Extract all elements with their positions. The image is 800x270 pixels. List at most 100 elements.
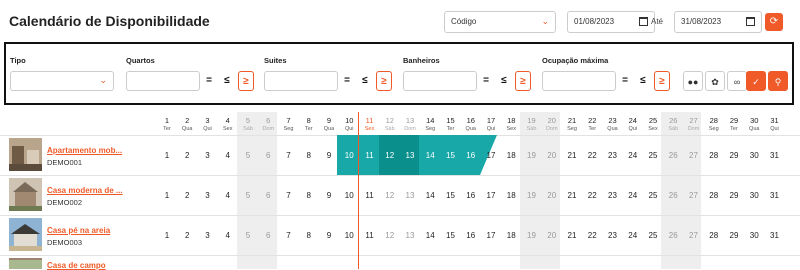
- calendar-day-cell[interactable]: 16: [461, 231, 481, 240]
- calendar-day-cell[interactable]: 12: [380, 231, 400, 240]
- pets-filter-button[interactable]: ✿: [705, 71, 725, 91]
- calendar-day-cell[interactable]: 25: [643, 151, 663, 160]
- calendar-day-cell[interactable]: 2: [177, 151, 197, 160]
- calendar-day-cell[interactable]: 9: [319, 151, 339, 160]
- calendar-day-cell[interactable]: 10: [339, 151, 359, 160]
- calendar-day-cell[interactable]: 10: [339, 191, 359, 200]
- calendar-day-cell[interactable]: 26: [663, 231, 683, 240]
- calendar-day-cell[interactable]: 18: [501, 231, 521, 240]
- guests-filter-button[interactable]: ●●: [683, 71, 703, 91]
- calendar-day-cell[interactable]: 5: [238, 191, 258, 200]
- calendar-day-cell[interactable]: 20: [542, 191, 562, 200]
- property-thumbnail[interactable]: [9, 258, 42, 269]
- calendar-day-cell[interactable]: 2: [177, 191, 197, 200]
- calendar-day-cell[interactable]: 3: [198, 231, 218, 240]
- calendar-day-cell[interactable]: 15: [441, 231, 461, 240]
- quartos-ge-button[interactable]: ≥: [238, 71, 254, 91]
- calendar-day-cell[interactable]: 7: [279, 191, 299, 200]
- calendar-day-cell[interactable]: 23: [603, 231, 623, 240]
- property-name[interactable]: Apartamento mob...: [47, 146, 122, 155]
- calendar-day-cell[interactable]: 15: [441, 151, 461, 160]
- calendar-day-cell[interactable]: 23: [603, 151, 623, 160]
- calendar-day-cell[interactable]: 28: [704, 231, 724, 240]
- calendar-day-cell[interactable]: 29: [724, 231, 744, 240]
- calendar-day-cell[interactable]: 20: [542, 151, 562, 160]
- banheiros-ge-button[interactable]: ≥: [515, 71, 531, 91]
- calendar-day-cell[interactable]: 27: [684, 151, 704, 160]
- calendar-day-cell[interactable]: 3: [198, 151, 218, 160]
- calendar-day-cell[interactable]: 22: [582, 151, 602, 160]
- calendar-day-cell[interactable]: 6: [258, 191, 278, 200]
- calendar-day-cell[interactable]: 15: [441, 191, 461, 200]
- tipo-select[interactable]: ⌄: [10, 71, 114, 91]
- suites-ge-button[interactable]: ≥: [376, 71, 392, 91]
- calendar-day-cell[interactable]: 27: [684, 231, 704, 240]
- calendar-day-cell[interactable]: 30: [744, 231, 764, 240]
- ocupacao-eq-button[interactable]: =: [617, 71, 633, 91]
- calendar-day-cell[interactable]: 11: [360, 191, 380, 200]
- calendar-day-cell[interactable]: 21: [562, 151, 582, 160]
- banheiros-le-button[interactable]: ≤: [496, 71, 512, 91]
- calendar-day-cell[interactable]: 17: [481, 151, 501, 160]
- calendar-day-cell[interactable]: 30: [744, 151, 764, 160]
- calendar-day-cell[interactable]: 14: [420, 191, 440, 200]
- calendar-day-cell[interactable]: 9: [319, 191, 339, 200]
- calendar-day-cell[interactable]: 12: [380, 151, 400, 160]
- calendar-day-cell[interactable]: 28: [704, 191, 724, 200]
- calendar-day-cell[interactable]: 9: [319, 231, 339, 240]
- calendar-day-cell[interactable]: 24: [623, 231, 643, 240]
- calendar-day-cell[interactable]: 14: [420, 231, 440, 240]
- ocupacao-input[interactable]: [542, 71, 616, 91]
- calendar-day-cell[interactable]: 10: [339, 231, 359, 240]
- calendar-day-cell[interactable]: 6: [258, 231, 278, 240]
- date-to-input[interactable]: 31/08/2023: [674, 11, 762, 33]
- calendar-day-cell[interactable]: 29: [724, 191, 744, 200]
- calendar-day-cell[interactable]: 1: [157, 231, 177, 240]
- calendar-day-cell[interactable]: 1: [157, 191, 177, 200]
- calendar-day-cell[interactable]: 21: [562, 191, 582, 200]
- calendar-day-cell[interactable]: 24: [623, 151, 643, 160]
- calendar-day-cell[interactable]: 31: [765, 231, 785, 240]
- calendar-day-cell[interactable]: 13: [400, 191, 420, 200]
- calendar-day-cell[interactable]: 29: [724, 151, 744, 160]
- calendar-day-cell[interactable]: 14: [420, 151, 440, 160]
- calendar-day-cell[interactable]: 7: [279, 151, 299, 160]
- property-name[interactable]: Casa moderna de ...: [47, 186, 123, 195]
- apply-filter-button[interactable]: ✓: [746, 71, 766, 91]
- calendar-day-cell[interactable]: 11: [360, 151, 380, 160]
- calendar-day-cell[interactable]: 1: [157, 151, 177, 160]
- ocupacao-ge-button[interactable]: ≥: [654, 71, 670, 91]
- calendar-day-cell[interactable]: 13: [400, 231, 420, 240]
- calendar-day-cell[interactable]: 22: [582, 231, 602, 240]
- calendar-day-cell[interactable]: 30: [744, 191, 764, 200]
- calendar-day-cell[interactable]: 23: [603, 191, 623, 200]
- calendar-day-cell[interactable]: 16: [461, 151, 481, 160]
- refresh-button[interactable]: ⟳: [765, 13, 783, 31]
- property-name[interactable]: Casa pé na areia: [47, 226, 110, 235]
- calendar-day-cell[interactable]: 19: [522, 231, 542, 240]
- sort-select[interactable]: Código ⌄: [444, 11, 556, 33]
- calendar-day-cell[interactable]: 3: [198, 191, 218, 200]
- banheiros-input[interactable]: [403, 71, 477, 91]
- suites-le-button[interactable]: ≤: [357, 71, 373, 91]
- property-thumbnail[interactable]: [9, 178, 42, 211]
- date-from-input[interactable]: 01/08/2023: [567, 11, 655, 33]
- calendar-day-cell[interactable]: 5: [238, 231, 258, 240]
- calendar-day-cell[interactable]: 12: [380, 191, 400, 200]
- calendar-day-cell[interactable]: 13: [400, 151, 420, 160]
- calendar-day-cell[interactable]: 24: [623, 191, 643, 200]
- calendar-day-cell[interactable]: 4: [218, 191, 238, 200]
- calendar-day-cell[interactable]: 31: [765, 191, 785, 200]
- calendar-day-cell[interactable]: 8: [299, 231, 319, 240]
- suites-eq-button[interactable]: =: [339, 71, 355, 91]
- calendar-day-cell[interactable]: 21: [562, 231, 582, 240]
- calendar-day-cell[interactable]: 4: [218, 231, 238, 240]
- calendar-day-cell[interactable]: 18: [501, 191, 521, 200]
- calendar-day-cell[interactable]: 27: [684, 191, 704, 200]
- calendar-day-cell[interactable]: 8: [299, 191, 319, 200]
- calendar-day-cell[interactable]: 20: [542, 231, 562, 240]
- calendar-day-cell[interactable]: 17: [481, 231, 501, 240]
- calendar-day-cell[interactable]: 25: [643, 231, 663, 240]
- calendar-day-cell[interactable]: 6: [258, 151, 278, 160]
- calendar-day-cell[interactable]: 31: [765, 151, 785, 160]
